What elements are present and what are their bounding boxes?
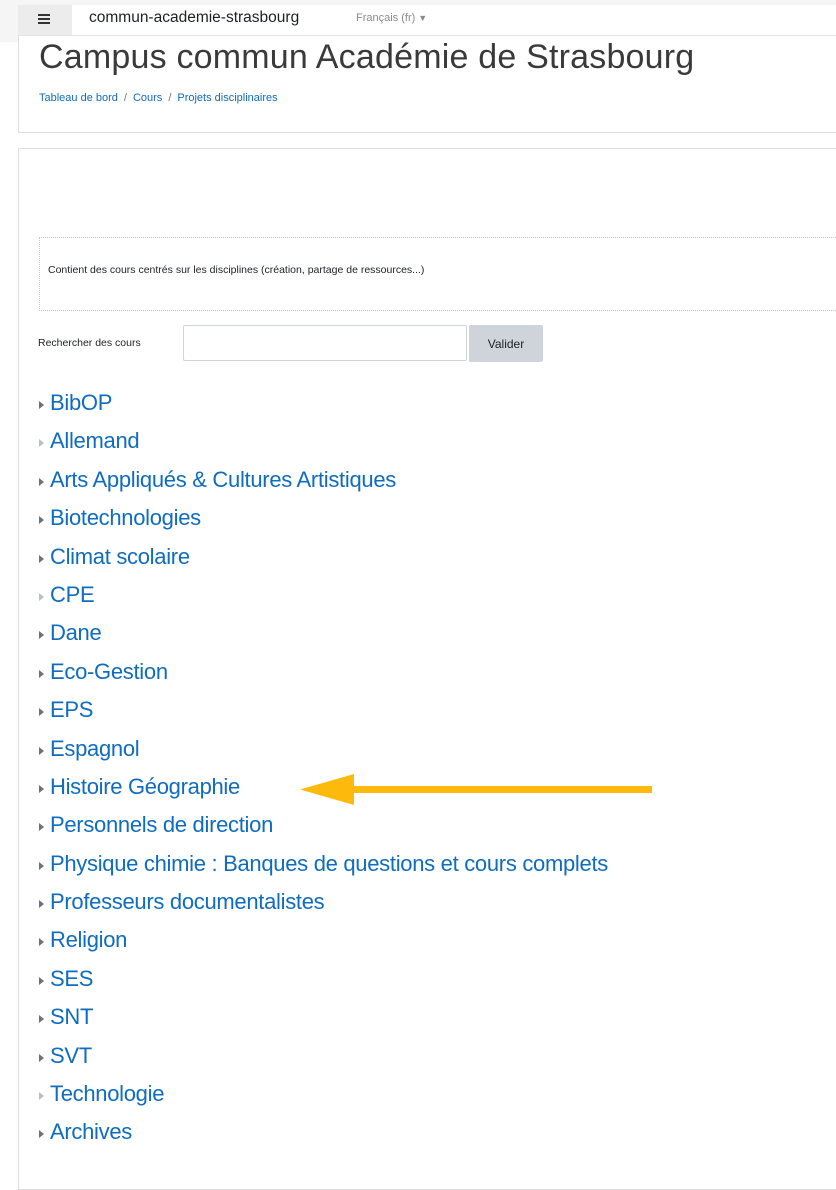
expand-arrow-icon[interactable] [39,823,44,832]
page-title: Campus commun Académie de Strasbourg [39,38,695,76]
hamburger-icon-line [38,22,50,24]
expand-arrow-icon[interactable] [39,477,44,486]
navbar-inner: commun-academie-strasbourg Français (fr)… [18,5,836,36]
subcategory-link[interactable]: Physique chimie : Banques de questions e… [50,850,608,878]
subcategory-link[interactable]: CPE [50,581,95,609]
caret-down-icon: ▼ [418,13,428,23]
page-header: Campus commun Académie de Strasbourg Tab… [18,36,836,133]
expand-arrow-icon[interactable] [39,1015,44,1024]
breadcrumb-item-cours[interactable]: Cours [133,92,162,104]
subcategory-link[interactable]: Professeurs documentalistes [50,888,325,916]
subcategory-link[interactable]: SVT [50,1042,92,1070]
annotation-arrow-head [300,774,354,805]
subcategory-link[interactable]: Dane [50,619,102,647]
subcategory-link[interactable]: Archives [50,1118,132,1146]
expand-arrow-icon[interactable] [39,1053,44,1062]
subcategory-link[interactable]: EPS [50,696,93,724]
expand-arrow-icon[interactable] [39,976,44,985]
hamburger-icon-line [38,18,50,20]
breadcrumb-separator: / [168,92,172,104]
expand-arrow-icon[interactable] [39,708,44,717]
subcategory-link[interactable]: Eco-Gestion [50,658,168,686]
language-label: Français (fr) [356,12,416,24]
subcategory-link[interactable]: Histoire Géographie [50,773,240,801]
subcategory-link[interactable]: Technologie [50,1080,164,1108]
breadcrumb-item-tableau-de-bord[interactable]: Tableau de bord [39,92,118,104]
hamburger-icon [38,14,50,16]
expand-arrow-icon[interactable] [39,746,44,755]
annotation-arrow-shaft [330,786,652,793]
course-search-label: Rechercher des cours [38,337,141,349]
subcategory-link[interactable]: BibOP [50,389,112,417]
subcategory-link[interactable]: SNT [50,1003,93,1031]
breadcrumb-item-projets-disciplinaires[interactable]: Projets disciplinaires [177,92,277,104]
breadcrumb-separator: / [123,92,127,104]
expand-arrow-icon[interactable] [39,439,44,448]
subcategory-link[interactable]: Religion [50,926,127,954]
hamburger-menu-button[interactable] [18,5,72,35]
expand-arrow-icon[interactable] [39,516,44,525]
subcategory-link[interactable]: Allemand [50,427,140,455]
subcategory-link[interactable]: Climat scolaire [50,543,190,571]
subcategory-link[interactable]: Arts Appliqués & Cultures Artistiques [50,466,396,494]
site-name-link[interactable]: commun-academie-strasbourg [89,9,299,27]
language-menu[interactable]: Français (fr) ▼ [356,12,427,24]
course-search-input[interactable] [183,325,467,361]
expand-arrow-icon[interactable] [39,861,44,870]
main-content: Contient des cours centrés sur les disci… [18,148,836,1190]
expand-arrow-icon[interactable] [39,669,44,678]
category-description-box: Contient des cours centrés sur les disci… [39,237,836,311]
subcategory-link[interactable]: SES [50,965,93,993]
expand-arrow-icon[interactable] [39,1092,44,1101]
subcategory-link[interactable]: Personnels de direction [50,811,273,839]
subcategory-link[interactable]: Biotechnologies [50,504,201,532]
expand-arrow-icon[interactable] [39,592,44,601]
expand-arrow-icon[interactable] [39,554,44,563]
expand-arrow-icon[interactable] [39,1130,44,1139]
search-submit-button[interactable]: Valider [469,325,543,362]
expand-arrow-icon[interactable] [39,631,44,640]
annotation-arrow-icon [300,774,652,805]
subcategory-link[interactable]: Espagnol [50,735,140,763]
expand-arrow-icon[interactable] [39,401,44,409]
category-description: Contient des cours centrés sur les disci… [48,264,425,276]
breadcrumb: Tableau de bord / Cours / Projets disciplina… [39,92,278,104]
expand-arrow-icon[interactable] [39,784,44,793]
expand-arrow-icon[interactable] [39,938,44,947]
expand-arrow-icon[interactable] [39,900,44,909]
